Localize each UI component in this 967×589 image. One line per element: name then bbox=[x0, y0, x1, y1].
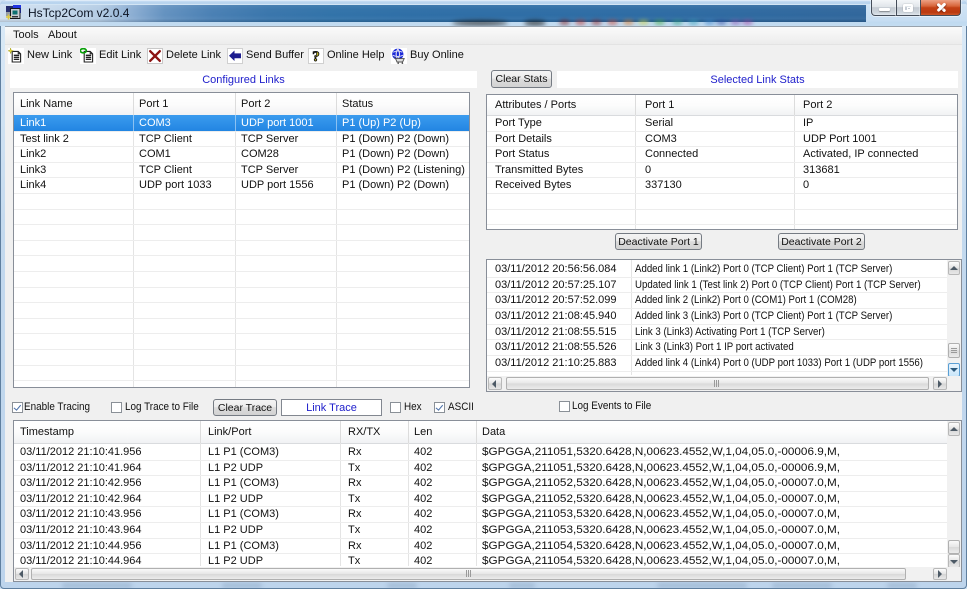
svg-text:?: ? bbox=[312, 49, 320, 64]
